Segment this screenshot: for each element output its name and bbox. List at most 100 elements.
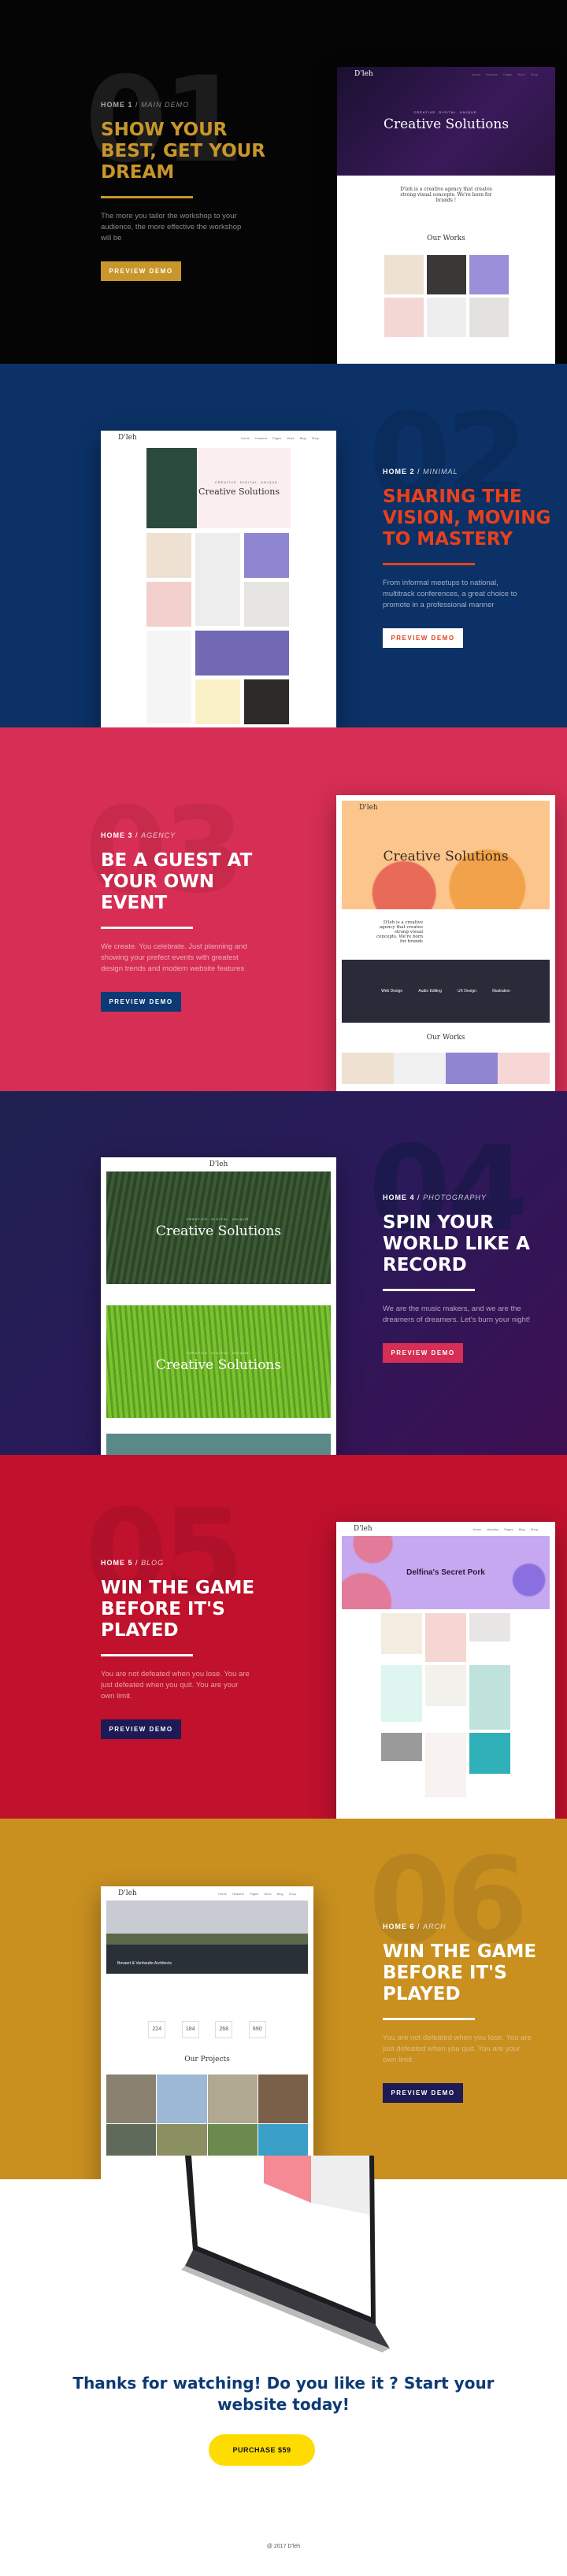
hero-title: Creative Solutions [155, 1356, 282, 1373]
hero-banner: D'leh Creative Solutions [342, 801, 550, 909]
demo-screenshot[interactable]: D'leh Home Headers Pages Work Blog Shop Bovaer… [101, 1886, 313, 2179]
service-item: UX Design [458, 989, 476, 994]
home-label: HOME 2 [383, 468, 415, 476]
preview-demo-button[interactable]: PREVIEW DEMO [101, 1719, 181, 1739]
section-description: The more you tailor the workshop to your… [101, 212, 242, 242]
slash: / [417, 1194, 421, 1201]
quote: D'leh is a creative agency that creates … [376, 920, 423, 944]
projects-title: Our Projects [184, 2056, 230, 2063]
style-label: PHOTOGRAPHY [423, 1194, 487, 1201]
style-label: MINIMAL [423, 468, 458, 476]
laptop-mockup-image [181, 2156, 390, 2352]
demo-label: HOME 2 / MINIMAL [383, 468, 556, 476]
works-title: Our Works [426, 1034, 465, 1042]
demo-label: HOME 6 / ARCH [383, 1923, 556, 1930]
purchase-button[interactable]: PURCHASE $59 [209, 2434, 315, 2466]
preview-demo-button[interactable]: PREVIEW DEMO [383, 628, 463, 648]
demo-label: HOME 5 / BLOG [101, 1559, 282, 1567]
preview-demo-button[interactable]: PREVIEW DEMO [101, 261, 181, 281]
style-label: AGENCY [141, 831, 176, 839]
hero-banner: D'leh Home Headers Pages Work Shop CREATIVE. … [337, 67, 555, 176]
demo-label: HOME 3 / AGENCY [101, 831, 282, 839]
demo-section-4: 04 HOME 4 / PHOTOGRAPHY SPIN YOUR WORLD … [0, 1091, 567, 1455]
title-underline [383, 563, 475, 565]
section-text: HOME 5 / BLOG WIN THE GAME BEFORE IT'S P… [101, 1559, 282, 1739]
demo-section-3: 03 HOME 3 / AGENCY BE A GUEST AT YOUR OW… [0, 727, 567, 1091]
stat-counter: 184 [181, 2021, 199, 2038]
section-text: HOME 4 / PHOTOGRAPHY SPIN YOUR WORLD LIK… [383, 1194, 556, 1363]
style-label: BLOG [141, 1559, 165, 1567]
home-label: HOME 6 [383, 1923, 415, 1930]
section-text: HOME 6 / ARCH WIN THE GAME BEFORE IT'S P… [383, 1923, 556, 2103]
home-label: HOME 1 [101, 101, 133, 109]
slash: / [417, 1923, 421, 1930]
style-label: ARCH [423, 1923, 447, 1930]
demo-screenshot[interactable]: D'leh Creative Solutions D'leh is a crea… [336, 795, 555, 1091]
slash: / [417, 468, 421, 476]
demo-label: HOME 1 / MAIN DEMO [101, 101, 282, 109]
hero-caption: Bovaert & Vanhoutte Architects [117, 1961, 172, 1966]
section-description: We create. You celebrate. Just planning … [101, 942, 247, 973]
home-label: HOME 3 [101, 831, 133, 839]
services-band: Web Design Audio Editing UX Design Illustra… [342, 960, 550, 1023]
demo-screenshot[interactable]: D'leh Home Headers Pages Work Shop CREATIVE. … [337, 67, 555, 364]
section-text: HOME 1 / MAIN DEMO SHOW YOUR BEST, GET Y… [101, 101, 282, 281]
hero-banner: Delfina's Secret Pork [342, 1536, 550, 1609]
hero-title: Creative Solutions [383, 848, 509, 864]
hero-title: Creative Solutions [198, 486, 280, 497]
section-title: SPIN YOUR WORLD LIKE A RECORD [383, 1212, 530, 1275]
demo-screenshot[interactable]: D'leh Home Headers Pages Blog Shop Delfina's … [336, 1522, 555, 1819]
section-text: HOME 3 / AGENCY BE A GUEST AT YOUR OWN E… [101, 831, 282, 1012]
demo-label: HOME 4 / PHOTOGRAPHY [383, 1194, 556, 1201]
preview-demo-button[interactable]: PREVIEW DEMO [383, 1343, 463, 1363]
stat-counter: 224 [148, 2021, 166, 2038]
demo-section-5: 05 HOME 5 / BLOG WIN THE GAME BEFORE IT'… [0, 1455, 567, 1819]
hero-subtitle: CREATIVE. DIGITAL. UNIQUE. [214, 479, 280, 484]
section-title: WIN THE GAME BEFORE IT'S PLAYED [383, 1941, 537, 2004]
hero-title: Creative Solutions [383, 117, 510, 132]
hero-banner: CREATIVE. DIGITAL. UNIQUE. Creative Solu… [106, 1171, 331, 1284]
hero-subtitle: CREATIVE. DIGITAL. UNIQUE. [186, 1216, 251, 1221]
hero-banner: Bovaert & Vanhoutte Architects [106, 1901, 308, 1974]
preview-demo-button[interactable]: PREVIEW DEMO [383, 2083, 463, 2103]
service-item: Audio Editing [418, 989, 442, 994]
stat-counter: 690 [248, 2021, 266, 2038]
nav-menu: Home Headers Pages Work Shop [472, 72, 538, 76]
stats-row: 224 184 268 690 [140, 2021, 274, 2038]
service-item: Illustration [492, 989, 510, 994]
hero-banner-2: CREATIVE. DIGITAL. UNIQUE. Creative Solu… [106, 1305, 331, 1418]
section-description: We are the music makers, and we are the … [383, 1305, 531, 1324]
section-title: BE A GUEST AT YOUR OWN EVENT [101, 850, 253, 913]
logo: D'leh [359, 804, 378, 812]
slash: / [135, 101, 139, 109]
section-title: SHOW YOUR BEST, GET YOUR DREAM [101, 120, 266, 183]
works-grid [337, 255, 555, 337]
footer: Thanks for watching! Do you like it ? St… [0, 2156, 567, 2576]
stat-counter: 268 [215, 2021, 233, 2038]
demo-screenshot[interactable]: D'leh CREATIVE. DIGITAL. UNIQUE. Creativ… [101, 1157, 336, 1455]
section-text: HOME 2 / MINIMAL SHARING THE VISION, MOV… [383, 468, 556, 648]
title-underline [101, 1654, 193, 1656]
logo: D'leh [354, 1525, 372, 1533]
hero-subtitle: CREATIVE. DIGITAL. UNIQUE. [186, 1350, 251, 1355]
demo-section-6: 06 HOME 6 / ARCH WIN THE GAME BEFORE IT'… [0, 1819, 567, 2179]
copyright: @ 2017 D'leh [266, 2544, 301, 2549]
demo-screenshot[interactable]: D'leh Home Headers Pages Work Blog Shop CREATI… [101, 431, 336, 727]
home-label: HOME 4 [383, 1194, 415, 1201]
works-title: Our Works [427, 235, 465, 242]
preview-demo-button[interactable]: PREVIEW DEMO [101, 992, 181, 1012]
demo-section-1: 01 HOME 1 / MAIN DEMO SHOW YOUR BEST, GE… [0, 0, 567, 364]
projects-grid [106, 2074, 308, 2156]
nav-menu: Home Headers Pages Blog Shop [472, 1527, 539, 1531]
title-underline [101, 196, 193, 198]
slash: / [135, 1559, 139, 1567]
closing-headline: Thanks for watching! Do you like it ? St… [72, 2374, 495, 2414]
hero-banner: CREATIVE. DIGITAL. UNIQUE. Creative Solu… [146, 448, 291, 528]
service-item: Web Design [381, 989, 403, 994]
demo-section-2: 02 HOME 2 / MINIMAL SHARING THE VISION, … [0, 364, 567, 727]
works-grid [342, 1053, 550, 1084]
section-description: You are not defeated when you lose. You … [101, 1670, 250, 1701]
style-label: MAIN DEMO [141, 101, 190, 109]
works-grid [146, 533, 291, 724]
section-title: WIN THE GAME BEFORE IT'S PLAYED [101, 1578, 255, 1641]
